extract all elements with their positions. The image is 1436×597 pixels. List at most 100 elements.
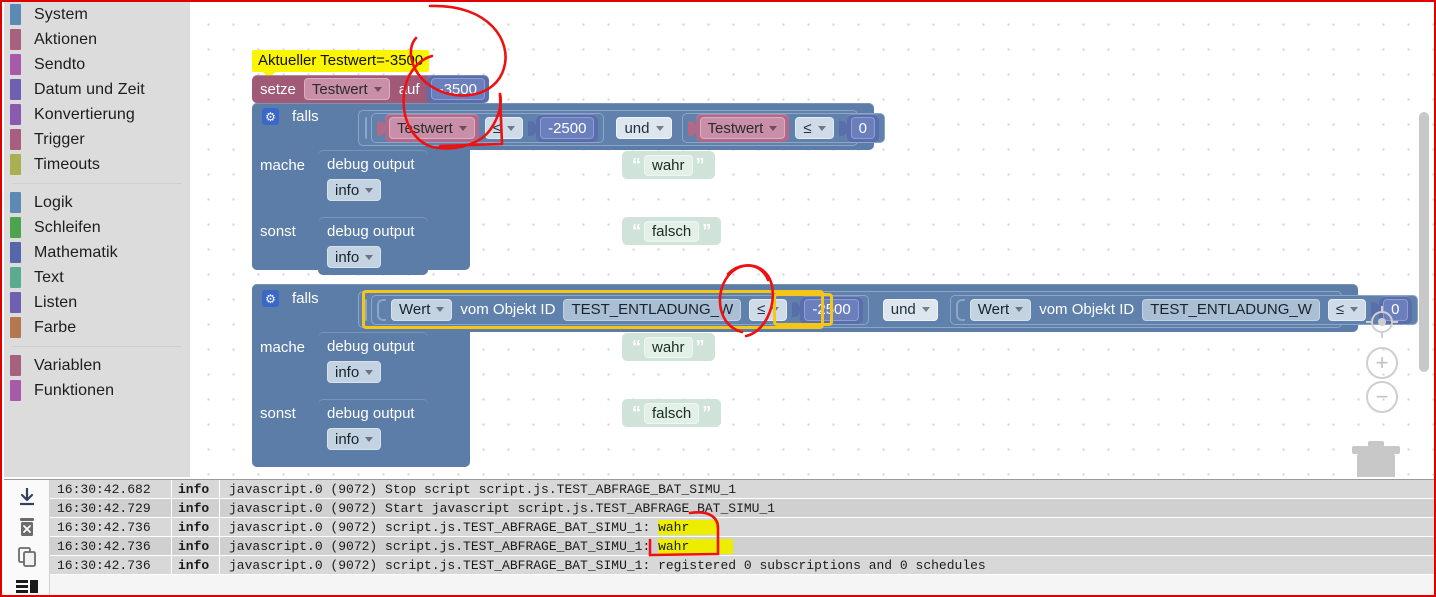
zoom-out-button[interactable]: − (1366, 381, 1398, 413)
number-block[interactable]: -3500 (426, 75, 489, 103)
gear-icon[interactable]: ⚙ (262, 290, 279, 307)
log-message: javascript.0 (9072) script.js.TEST_ABFRA… (220, 556, 1434, 574)
log-row[interactable]: 16:30:42.729 info javascript.0 (9072) St… (50, 499, 1434, 518)
number-block[interactable]: -2500 (536, 114, 599, 142)
attribute-dropdown[interactable]: Wert (969, 298, 1032, 321)
toolbox-item-trigger[interactable]: Trigger (4, 127, 190, 152)
variable-getter-block[interactable]: Testwert (695, 114, 790, 142)
toolbox-item-funktionen[interactable]: Funktionen (4, 378, 190, 403)
number-value[interactable]: -2500 (804, 298, 859, 321)
object-id-value: TEST_ENTLADUNG_W (1150, 301, 1312, 318)
debug-output-block-2-do[interactable]: debug output info (318, 332, 428, 390)
number-block[interactable]: 0 (846, 114, 879, 142)
text-value[interactable]: wahr (644, 336, 693, 358)
toolbox-item-farbe[interactable]: Farbe (4, 315, 190, 340)
debug-output-block-1-do[interactable]: debug output info (318, 150, 428, 208)
compare-block-1-left[interactable]: Testwert ≤ -2500 (371, 113, 605, 143)
object-id-field[interactable]: TEST_ENTLADUNG_W (563, 298, 742, 321)
number-value[interactable]: -2500 (540, 117, 595, 139)
compare-block-2-right[interactable]: Wert vom Objekt ID TEST_ENTLADUNG_W ≤ 0 (949, 294, 1418, 325)
operator-dropdown[interactable]: ≤ (1327, 298, 1367, 321)
chevron-down-icon (921, 307, 930, 312)
log-message: javascript.0 (9072) script.js.TEST_ABFRA… (220, 518, 1434, 536)
toolbox-item-schleifen[interactable]: Schleifen (4, 215, 190, 240)
trash-icon[interactable] (1342, 439, 1410, 477)
gear-icon[interactable]: ⚙ (262, 108, 279, 125)
toolbox-item-system[interactable]: System (4, 2, 190, 27)
value-socket (687, 120, 696, 136)
toolbox-group-user: Variablen Funktionen (4, 353, 190, 403)
log-level-dropdown[interactable]: info (327, 428, 382, 450)
toolbox-item-label: Text (34, 268, 64, 286)
toolbox-item-text[interactable]: Text (4, 265, 190, 290)
text-value[interactable]: falsch (644, 402, 700, 424)
compare-block-1-right[interactable]: Testwert ≤ 0 (681, 113, 885, 143)
compare-block-2-left[interactable]: Wert vom Objekt ID TEST_ENTLADUNG_W ≤ -2… (371, 294, 869, 325)
log-level-value: info (335, 363, 360, 381)
list-icon[interactable] (14, 575, 40, 595)
log-level: info (172, 537, 220, 555)
tooltip-text: Aktueller Testwert=-3500 (252, 50, 430, 72)
log-level-dropdown[interactable]: info (327, 246, 382, 268)
log-level-dropdown[interactable]: info (327, 179, 382, 201)
log-row[interactable]: 16:30:42.682 info javascript.0 (9072) St… (50, 480, 1434, 499)
variable-dropdown[interactable]: Testwert (699, 117, 786, 139)
operator-dropdown[interactable]: ≤ (795, 117, 834, 139)
number-value[interactable]: -3500 (430, 78, 485, 100)
and-operator-dropdown[interactable]: und (882, 298, 938, 321)
toolbox-item-label: Logik (34, 193, 73, 211)
scrollbar-thumb[interactable] (1419, 112, 1429, 372)
and-logic-block-2[interactable]: Wert vom Objekt ID TEST_ENTLADUNG_W ≤ -2… (358, 291, 1418, 328)
variable-dropdown[interactable]: Testwert (389, 117, 475, 139)
delete-icon[interactable] (14, 515, 40, 538)
copy-icon[interactable] (14, 545, 40, 568)
socket-notch (955, 298, 965, 321)
toolbox-item-datum-und-zeit[interactable]: Datum und Zeit (4, 77, 190, 102)
number-value[interactable]: 0 (850, 117, 875, 139)
toolbox-item-logik[interactable]: Logik (4, 190, 190, 215)
log-message: javascript.0 (9072) Stop script script.j… (220, 480, 1434, 498)
toolbox-item-variablen[interactable]: Variablen (4, 353, 190, 378)
text-block-1-else[interactable]: “ falsch ” (622, 217, 722, 245)
log-timestamp: 16:30:42.736 (50, 537, 172, 555)
center-workspace-button[interactable] (1365, 305, 1399, 344)
and-operator-dropdown[interactable]: und (616, 117, 672, 139)
object-id-field[interactable]: TEST_ENTLADUNG_W (1142, 298, 1320, 321)
debug-output-block-1-else[interactable]: debug output info (318, 217, 428, 275)
log-row[interactable]: 16:30:42.736 info javascript.0 (9072) sc… (50, 556, 1434, 575)
download-icon[interactable] (14, 485, 40, 508)
variable-getter-block[interactable]: Testwert (385, 114, 479, 142)
log-level-dropdown[interactable]: info (327, 361, 382, 383)
toolbox-item-aktionen[interactable]: Aktionen (4, 27, 190, 52)
variable-dropdown[interactable]: Testwert (303, 78, 390, 100)
text-block-1-do[interactable]: “ wahr ” (622, 151, 715, 179)
operator-dropdown[interactable]: ≤ (749, 298, 788, 321)
toolbox-item-label: Konvertierung (34, 105, 135, 123)
blockly-toolbox-sidebar[interactable]: System Aktionen Sendto Datum und Zeit Ko… (4, 2, 190, 477)
debug-output-block-2-else[interactable]: debug output info (318, 399, 428, 457)
operator-dropdown[interactable]: ≤ (484, 117, 524, 139)
toolbox-item-sendto[interactable]: Sendto (4, 52, 190, 77)
attribute-dropdown[interactable]: Wert (391, 298, 453, 321)
zoom-in-button[interactable]: + (1366, 347, 1398, 379)
quote-close-icon: ” (695, 337, 705, 357)
log-row[interactable]: 16:30:42.736 info javascript.0 (9072) sc… (50, 537, 1434, 556)
text-block-2-else[interactable]: “ falsch ” (622, 399, 722, 427)
toolbox-item-konvertierung[interactable]: Konvertierung (4, 102, 190, 127)
value-socket (377, 120, 385, 136)
attribute-value: Wert (977, 301, 1010, 318)
object-id-value: TEST_ENTLADUNG_W (571, 301, 734, 318)
text-block-2-do[interactable]: “ wahr ” (622, 333, 715, 361)
log-rows-container[interactable]: 16:30:42.682 info javascript.0 (9072) St… (50, 480, 1434, 595)
toolbox-item-mathematik[interactable]: Mathematik (4, 240, 190, 265)
and-logic-block-1[interactable]: Testwert ≤ -2500 und Testwert ≤ 0 (358, 110, 885, 146)
toolbox-item-listen[interactable]: Listen (4, 290, 190, 315)
toolbox-item-timeouts[interactable]: Timeouts (4, 152, 190, 177)
set-variable-block[interactable]: setze Testwert auf -3500 (252, 75, 489, 103)
number-block[interactable]: -2500 (800, 295, 863, 324)
text-value[interactable]: falsch (644, 220, 700, 242)
text-value[interactable]: wahr (644, 154, 693, 176)
blockly-workspace-canvas[interactable]: Aktueller Testwert=-3500 setze Testwert … (190, 2, 1434, 477)
workspace-vertical-scrollbar[interactable] (1418, 2, 1430, 477)
log-row[interactable]: 16:30:42.736 info javascript.0 (9072) sc… (50, 518, 1434, 537)
